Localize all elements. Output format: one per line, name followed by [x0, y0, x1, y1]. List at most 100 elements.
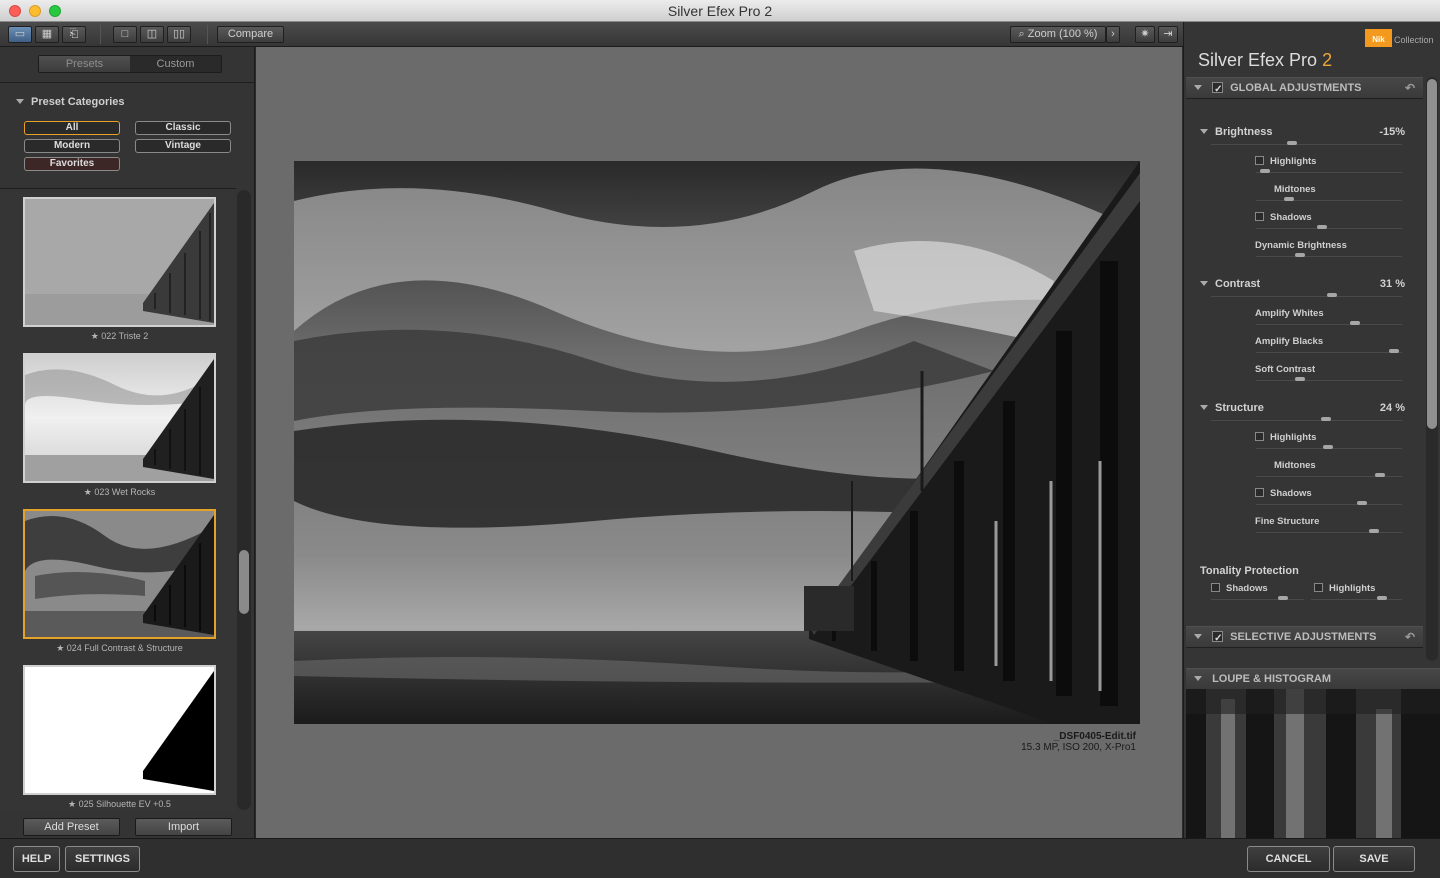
bottom-bar: HELP SETTINGS CANCEL SAVE	[0, 838, 1440, 878]
full-preview-icon[interactable]: □	[113, 26, 137, 43]
selective-adjustments-checkbox[interactable]	[1212, 629, 1224, 649]
structure-midtones-slider[interactable]	[1256, 473, 1402, 477]
category-modern-button[interactable]: Modern	[24, 139, 120, 153]
preset-categories-header[interactable]: Preset Categories	[16, 96, 125, 108]
zoom-window-button[interactable]	[49, 5, 61, 17]
soft-contrast-slider[interactable]	[1256, 377, 1402, 381]
import-button[interactable]: Import	[135, 818, 232, 836]
single-view-icon[interactable]: ▭	[8, 26, 32, 43]
slider-knob[interactable]	[1327, 293, 1337, 297]
global-adjustments-header[interactable]: GLOBAL ADJUSTMENTS ↶	[1186, 77, 1423, 100]
save-button[interactable]: SAVE	[1333, 846, 1415, 872]
slider-knob[interactable]	[1375, 473, 1385, 477]
category-classic-button[interactable]: Classic	[135, 121, 231, 135]
highlights-checkbox[interactable]	[1255, 156, 1264, 165]
brightness-highlights-slider[interactable]	[1256, 169, 1402, 173]
amplify-blacks-slider[interactable]	[1256, 349, 1402, 353]
preset-label: ★ 023 Wet Rocks	[83, 487, 156, 497]
cancel-button[interactable]: CANCEL	[1247, 846, 1330, 872]
brightness-shadows-slider[interactable]	[1256, 225, 1402, 229]
exit-fullscreen-icon[interactable]: ⇥	[1158, 26, 1178, 43]
preset-item[interactable]: ★ 023 Wet Rocks	[23, 353, 216, 498]
selective-adjustments-header[interactable]: SELECTIVE ADJUSTMENTS ↶	[1186, 626, 1423, 649]
split-preview-icon[interactable]: ◫	[140, 26, 164, 43]
global-adjustments-checkbox[interactable]	[1212, 80, 1224, 100]
slider-knob[interactable]	[1260, 169, 1270, 173]
slider-knob[interactable]	[1284, 197, 1294, 201]
close-window-button[interactable]	[9, 5, 21, 17]
tab-presets[interactable]: Presets	[39, 56, 130, 72]
grid-view-icon[interactable]: ▦	[35, 26, 59, 43]
slider-knob[interactable]	[1295, 253, 1305, 257]
preset-item-selected[interactable]: ★ 024 Full Contrast & Structure	[23, 509, 216, 654]
right-panel: Nik Collection Silver Efex Pro 2 GLOBAL …	[1183, 22, 1440, 838]
compare-button[interactable]: Compare	[217, 26, 284, 43]
settings-button[interactable]: SETTINGS	[65, 846, 140, 872]
scrollbar-thumb[interactable]	[1427, 79, 1437, 429]
slider-knob[interactable]	[1323, 445, 1333, 449]
adjustments-scrollbar[interactable]	[1426, 77, 1438, 661]
brightness-midtones-slider[interactable]	[1256, 197, 1402, 201]
shadows-checkbox[interactable]	[1255, 212, 1264, 221]
slider-knob[interactable]	[1369, 529, 1379, 533]
label: Shadows	[1226, 583, 1268, 594]
amplify-whites-slider[interactable]	[1256, 321, 1402, 325]
zoom-button[interactable]: ⌕ Zoom (100 %)	[1010, 26, 1106, 43]
loupe-view[interactable]	[1186, 689, 1440, 838]
slider-knob[interactable]	[1317, 225, 1327, 229]
slider-knob[interactable]	[1321, 417, 1331, 421]
help-button[interactable]: HELP	[13, 846, 60, 872]
history-view-icon[interactable]: ⎗	[62, 26, 86, 43]
tonality-shadows-slider[interactable]	[1211, 596, 1304, 600]
zoom-arrow-icon[interactable]: ›	[1106, 26, 1120, 43]
background-light-icon[interactable]: ✷	[1135, 26, 1155, 43]
slider-knob[interactable]	[1389, 349, 1399, 353]
minimize-window-button[interactable]	[29, 5, 41, 17]
category-vintage-button[interactable]: Vintage	[135, 139, 231, 153]
slider-knob[interactable]	[1357, 501, 1367, 505]
structure-highlights-slider[interactable]	[1256, 445, 1402, 449]
dynamic-brightness-slider[interactable]	[1256, 253, 1402, 257]
slider-knob[interactable]	[1287, 141, 1297, 145]
structure-group[interactable]: Structure 24 %	[1200, 402, 1405, 414]
preset-item[interactable]: ★ 022 Triste 2	[23, 197, 216, 342]
collapse-triangle-icon	[1194, 676, 1202, 681]
brightness-slider[interactable]	[1211, 141, 1402, 145]
contrast-group[interactable]: Contrast 31 %	[1200, 278, 1405, 290]
tab-custom[interactable]: Custom	[130, 56, 221, 72]
reset-icon[interactable]: ↶	[1405, 627, 1415, 647]
preset-scrollbar[interactable]	[237, 190, 251, 810]
collapse-triangle-icon	[1194, 85, 1202, 90]
fine-structure-slider[interactable]	[1256, 529, 1402, 533]
brightness-midtones: Midtones	[1274, 184, 1316, 195]
collapse-triangle-icon	[1200, 405, 1208, 410]
reset-icon[interactable]: ↶	[1405, 78, 1415, 98]
tonality-highlights-checkbox[interactable]	[1314, 583, 1323, 592]
tonality-highlights-slider[interactable]	[1311, 596, 1402, 600]
structure-slider[interactable]	[1211, 417, 1402, 421]
category-all-button[interactable]: All	[24, 121, 120, 135]
slider-knob[interactable]	[1377, 596, 1387, 600]
scrollbar-thumb[interactable]	[239, 550, 249, 614]
preview-image[interactable]	[294, 161, 1140, 724]
loupe-histogram-header[interactable]: LOUPE & HISTOGRAM	[1186, 668, 1440, 690]
slider-knob[interactable]	[1295, 377, 1305, 381]
contrast-slider[interactable]	[1211, 293, 1402, 297]
label: Shadows	[1270, 488, 1312, 499]
soft-contrast-label: Soft Contrast	[1255, 364, 1316, 375]
shadows-checkbox[interactable]	[1255, 488, 1264, 497]
category-favorites-button[interactable]: Favorites	[24, 157, 120, 171]
highlights-checkbox[interactable]	[1255, 432, 1264, 441]
slider-knob[interactable]	[1350, 321, 1360, 325]
label: Highlights	[1270, 432, 1317, 443]
structure-shadows-slider[interactable]	[1256, 501, 1402, 505]
slider-knob[interactable]	[1278, 596, 1288, 600]
app-title-text: Silver Efex Pro	[1198, 50, 1318, 70]
preset-item[interactable]: ★ 025 Silhouette EV +0.5	[23, 665, 216, 810]
window-title: Silver Efex Pro 2	[667, 3, 773, 19]
brightness-group[interactable]: Brightness -15%	[1200, 126, 1405, 138]
side-by-side-icon[interactable]: ▯▯	[167, 26, 191, 43]
tonality-shadows-checkbox[interactable]	[1211, 583, 1220, 592]
add-preset-button[interactable]: Add Preset	[23, 818, 120, 836]
preset-thumbnail	[23, 353, 216, 483]
